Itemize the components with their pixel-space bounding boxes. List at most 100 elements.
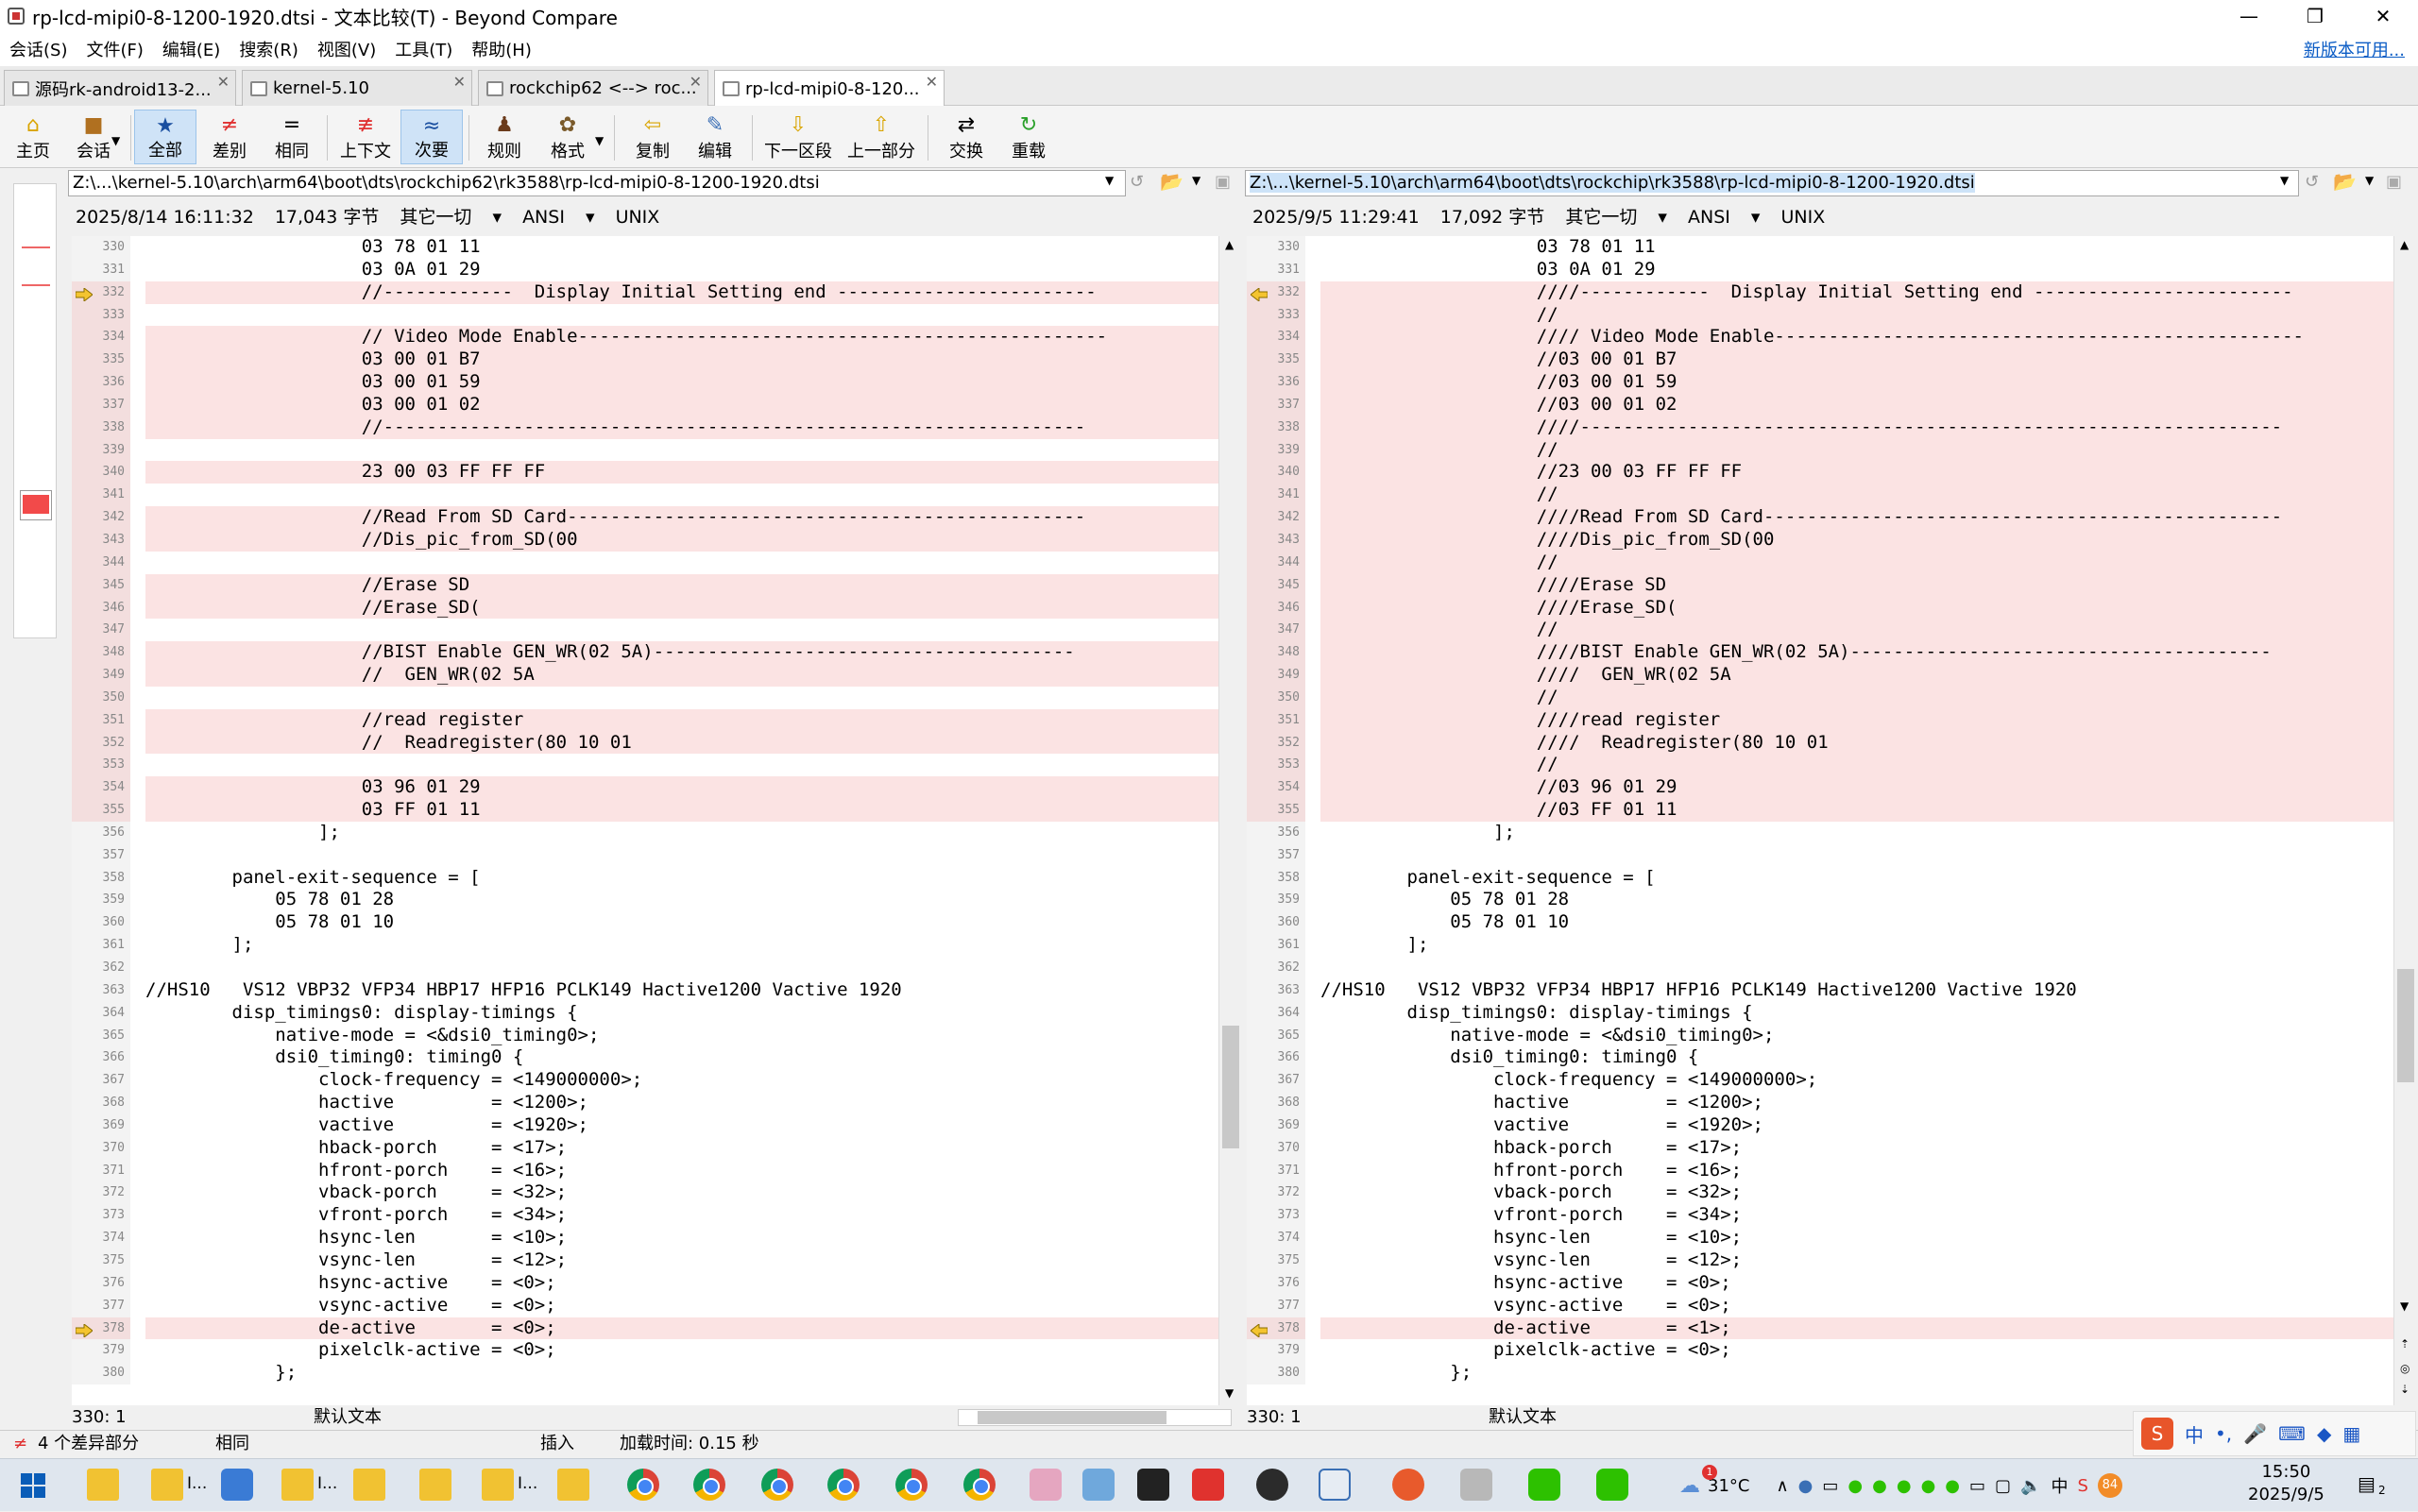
next-section-button[interactable]: ⇩ 下一区段 — [759, 110, 837, 164]
chrome-icon[interactable] — [761, 1469, 793, 1501]
right-code-line[interactable]: 342 ////Read From SD Card---------------… — [1247, 506, 2393, 529]
left-code-line[interactable]: 380 }; — [72, 1362, 1218, 1385]
menu-help[interactable]: 帮助(H) — [462, 37, 541, 61]
right-code-line[interactable]: 346 ////Erase_SD( — [1247, 596, 2393, 620]
right-code-line[interactable]: 352 //// Readregister(80 10 01 — [1247, 731, 2393, 755]
tab-android-source[interactable]: 源码rk-android13-2... ✕ — [4, 70, 236, 106]
left-encoding-dropdown[interactable]: ANSI ▾ — [522, 207, 594, 228]
punctuation-icon[interactable]: •, — [2215, 1422, 2232, 1445]
close-tab-icon[interactable]: ✕ — [690, 73, 702, 91]
right-code-line[interactable]: 356 ]; — [1247, 821, 2393, 844]
home-button[interactable]: ⌂ 主页 — [8, 110, 59, 164]
left-vertical-scrollbar[interactable]: ▲ ▼ — [1218, 236, 1241, 1405]
right-code-line[interactable]: 332 ////------------ Display Initial Set… — [1247, 280, 2393, 304]
wechat-tray-icon[interactable]: ● — [1872, 1476, 1887, 1496]
right-code-line[interactable]: 358 panel-exit-sequence = [ — [1247, 866, 2393, 890]
right-code-line[interactable]: 361 ]; — [1247, 934, 2393, 957]
menu-session[interactable]: 会话(S) — [0, 37, 77, 61]
left-code-line[interactable]: 361 ]; — [72, 934, 1218, 957]
right-code-line[interactable]: 357 — [1247, 843, 2393, 867]
right-code-line[interactable]: 344 // — [1247, 551, 2393, 574]
left-code-line[interactable]: 345 //Erase SD — [72, 573, 1218, 597]
wechat-icon[interactable] — [1596, 1469, 1628, 1501]
notepad-icon[interactable] — [1082, 1469, 1115, 1501]
left-code-line[interactable]: 335 03 00 01 B7 — [72, 348, 1218, 372]
chevron-down-icon[interactable]: ▼ — [1192, 174, 1200, 187]
right-code-line[interactable]: 348 ////BIST Enable GEN_WR(02 5A)-------… — [1247, 641, 2393, 665]
left-code-line[interactable]: 363 //HS10 VS12 VBP32 VFP34 HBP17 HFP16 P… — [72, 978, 1218, 1002]
menu-view[interactable]: 视图(V) — [308, 37, 385, 61]
folder-icon[interactable] — [87, 1469, 119, 1501]
show-all-button[interactable]: ★ 全部 — [134, 110, 196, 164]
left-code-line[interactable]: 346 //Erase_SD( — [72, 596, 1218, 620]
scroll-down-icon[interactable]: ▼ — [1225, 1386, 1234, 1400]
reload-button[interactable]: ↻ 重载 — [999, 110, 1058, 164]
right-code-line[interactable]: 366 dsi0_timing0: timing0 { — [1247, 1046, 2393, 1070]
chevron-down-icon[interactable]: ▼ — [2365, 174, 2374, 187]
save-icon[interactable]: ▣ — [2386, 172, 2402, 192]
folder-icon[interactable] — [482, 1469, 514, 1501]
prev-diff-icon[interactable]: ⇡ — [2400, 1337, 2409, 1351]
left-code-line[interactable]: 378 de-active = <0>; — [72, 1317, 1218, 1340]
left-code-line[interactable]: 357 — [72, 843, 1218, 867]
right-path-input[interactable]: Z:\...\kernel-5.10\arch\arm64\boot\dts\r… — [1245, 170, 2299, 196]
right-code-line[interactable]: 378 de-active = <1>; — [1247, 1317, 2393, 1340]
wechat-tray-icon[interactable]: ● — [1848, 1476, 1863, 1496]
right-vertical-scrollbar[interactable]: ▲ ▼ ⇡ ◎ ⇣ — [2393, 236, 2416, 1405]
file-explorer-icon[interactable] — [221, 1469, 253, 1501]
copy-button[interactable]: ⇦ 复制 — [623, 110, 682, 164]
chevron-down-icon[interactable]: ▼ — [1105, 174, 1114, 187]
wps-icon[interactable] — [1192, 1469, 1224, 1501]
left-code-line[interactable]: 372 vback-porch = <32>; — [72, 1181, 1218, 1205]
left-code-line[interactable]: 332 //------------ Display Initial Setti… — [72, 280, 1218, 304]
right-code-line[interactable]: 337 //03 00 01 02 — [1247, 393, 2393, 416]
left-code-line[interactable]: 371 hfront-porch = <16>; — [72, 1159, 1218, 1182]
close-button[interactable]: ✕ — [2350, 0, 2416, 32]
sync-icon[interactable]: ◎ — [2400, 1362, 2409, 1375]
right-code-line[interactable]: 339 // — [1247, 438, 2393, 462]
wechat-tray-icon[interactable]: ● — [1897, 1476, 1912, 1496]
scroll-down-icon[interactable]: ▼ — [2400, 1300, 2409, 1313]
left-horizontal-scrollbar[interactable] — [958, 1409, 1232, 1426]
left-code-line[interactable]: 353 — [72, 754, 1218, 777]
right-code-line[interactable]: 377 vsync-active = <0>; — [1247, 1294, 2393, 1317]
network-icon[interactable]: ▢ — [1995, 1476, 2011, 1496]
volume-icon[interactable]: 🔈 — [2020, 1476, 2041, 1496]
close-tab-icon[interactable]: ✕ — [217, 73, 230, 91]
right-code-line[interactable]: 369 vactive = <1920>; — [1247, 1113, 2393, 1137]
right-code-line[interactable]: 343 ////Dis_pic_from_SD(00 — [1247, 528, 2393, 552]
left-code-line[interactable]: 330 03 78 01 11 — [72, 236, 1218, 259]
left-eol[interactable]: UNIX — [616, 207, 660, 228]
left-code-line[interactable]: 358 panel-exit-sequence = [ — [72, 866, 1218, 890]
right-code-line[interactable]: 380 }; — [1247, 1362, 2393, 1385]
left-code-line[interactable]: 338 //----------------------------------… — [72, 416, 1218, 439]
right-code-line[interactable]: 347 // — [1247, 619, 2393, 642]
right-code-line[interactable]: 341 // — [1247, 484, 2393, 507]
folder-icon[interactable] — [353, 1469, 385, 1501]
restore-button[interactable]: ❐ — [2282, 0, 2348, 32]
folder-icon[interactable] — [151, 1469, 183, 1501]
windows-start-icon[interactable] — [21, 1473, 45, 1498]
folder-icon[interactable] — [419, 1469, 451, 1501]
left-code-line[interactable]: 340 23 00 03 FF FF FF — [72, 461, 1218, 484]
wechat-tray-icon[interactable]: ● — [1921, 1476, 1936, 1496]
chevron-down-icon[interactable]: ▼ — [595, 134, 604, 147]
right-code-line[interactable]: 353 // — [1247, 754, 2393, 777]
right-code-line[interactable]: 350 // — [1247, 686, 2393, 709]
ultraedit-icon[interactable] — [1256, 1469, 1288, 1501]
notification-icon[interactable]: ▤ — [2358, 1472, 2375, 1495]
left-code-line[interactable]: 342 //Read From SD Card-----------------… — [72, 506, 1218, 529]
right-code-line[interactable]: 349 //// GEN_WR(02 5A — [1247, 664, 2393, 687]
minor-button[interactable]: ≈ 次要 — [400, 110, 463, 164]
clock[interactable]: 15:50 2025/9/5 — [2248, 1461, 2324, 1506]
right-code-line[interactable]: 331 03 0A 01 29 — [1247, 258, 2393, 281]
tray-app-icon[interactable]: ● — [1798, 1476, 1814, 1496]
scroll-up-icon[interactable]: ▲ — [1225, 238, 1234, 251]
left-code-line[interactable]: 365 native-mode = <&dsi0_timing0>; — [72, 1024, 1218, 1047]
chrome-icon[interactable] — [963, 1469, 996, 1501]
chevron-up-icon[interactable]: ∧ — [1776, 1476, 1788, 1496]
new-version-link[interactable]: 新版本可用... — [2304, 37, 2405, 61]
left-text-pane[interactable]: 330 03 78 01 11 331 03 0A 01 29 332 //----… — [72, 236, 1218, 1405]
left-hscroll-thumb[interactable] — [978, 1411, 1166, 1424]
left-code-line[interactable]: 373 vfront-porch = <34>; — [72, 1204, 1218, 1228]
